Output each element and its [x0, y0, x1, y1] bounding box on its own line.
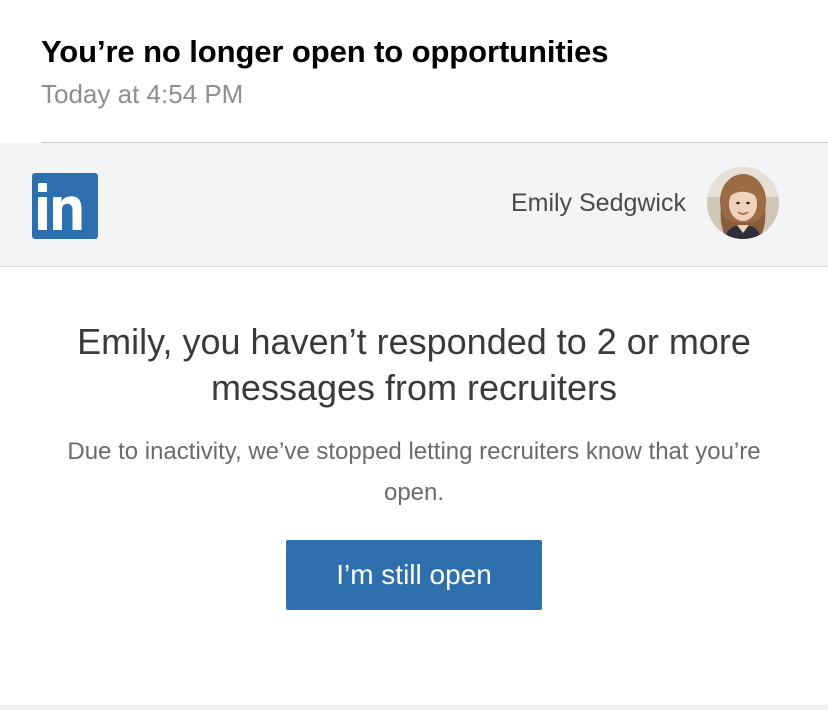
- linkedin-header-bar: Emily Sedgwick: [0, 143, 828, 267]
- email-header: You’re no longer open to opportunities T…: [0, 0, 828, 143]
- linkedin-logo-icon[interactable]: [32, 173, 98, 239]
- user-name: Emily Sedgwick: [510, 189, 686, 217]
- email-timestamp: Today at 4:54 PM: [41, 79, 244, 109]
- email-subject: You’re no longer open to opportunities: [41, 34, 609, 69]
- message-headline: Emily, you haven’t responded to 2 or mor…: [77, 321, 751, 408]
- still-open-button[interactable]: I’m still open: [286, 540, 542, 610]
- user-avatar-icon[interactable]: [707, 167, 779, 239]
- message-content: Emily, you haven’t responded to 2 or mor…: [0, 267, 828, 705]
- message-description: Due to inactivity, we’ve stopped letting…: [67, 438, 761, 506]
- bottom-divider: [0, 705, 828, 710]
